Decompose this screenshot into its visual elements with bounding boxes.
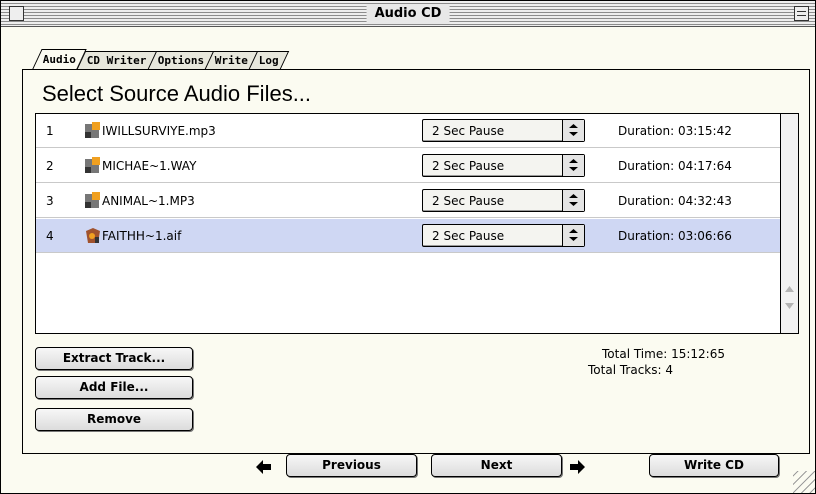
aiff-file-icon xyxy=(84,227,102,245)
tab-log[interactable]: Log xyxy=(249,51,290,69)
remove-button[interactable]: Remove xyxy=(35,408,193,431)
track-row[interactable]: 1 IWILLSURVIYE.mp3 2 Sec Pause Duration:… xyxy=(36,114,780,148)
pause-select-value: 2 Sec Pause xyxy=(432,229,505,243)
tab-options-label: Options xyxy=(157,54,204,67)
up-down-arrows-icon xyxy=(562,225,584,246)
up-down-arrows-icon xyxy=(562,155,584,176)
previous-button[interactable]: Previous xyxy=(286,454,417,477)
track-filename: MICHAE~1.WAY xyxy=(102,159,197,173)
pause-select[interactable]: 2 Sec Pause xyxy=(422,154,585,177)
total-tracks: Total Tracks: 4 xyxy=(588,363,673,377)
track-number: 3 xyxy=(46,194,54,208)
write-cd-button[interactable]: Write CD xyxy=(649,454,779,477)
total-time: Total Time: 15:12:65 xyxy=(602,347,725,361)
up-down-arrows-icon xyxy=(562,120,584,141)
pause-select[interactable]: 2 Sec Pause xyxy=(422,224,585,247)
tab-write-label: Write xyxy=(214,54,248,67)
audio-file-icon xyxy=(84,157,102,175)
add-file-button[interactable]: Add File... xyxy=(35,376,193,399)
pause-select-value: 2 Sec Pause xyxy=(432,194,505,208)
pause-select-value: 2 Sec Pause xyxy=(432,159,505,173)
scroll-down-arrow-icon[interactable] xyxy=(781,299,798,315)
list-scrollbar[interactable] xyxy=(780,114,798,333)
scroll-up-arrow-icon[interactable] xyxy=(781,282,798,298)
audio-panel: Select Source Audio Files... 1 IWILLSURV… xyxy=(22,69,810,454)
extract-track-button[interactable]: Extract Track... xyxy=(35,347,193,370)
next-button[interactable]: Next xyxy=(431,454,562,477)
track-duration: Duration: 03:15:42 xyxy=(618,124,732,138)
window-title: Audio CD xyxy=(366,4,450,24)
pause-select-value: 2 Sec Pause xyxy=(432,124,505,138)
tab-audio-label: Audio xyxy=(42,53,76,66)
audio-cd-window: Audio CD Audio CD Writer Options Write L… xyxy=(0,0,816,494)
track-duration: Duration: 03:06:66 xyxy=(618,229,732,243)
pause-select[interactable]: 2 Sec Pause xyxy=(422,119,585,142)
right-arrow-icon xyxy=(569,459,585,474)
tab-cd-writer[interactable]: CD Writer xyxy=(76,51,157,69)
tab-options[interactable]: Options xyxy=(147,51,215,69)
tab-log-label: Log xyxy=(258,54,279,67)
section-title: Select Source Audio Files... xyxy=(42,81,312,106)
track-number: 2 xyxy=(46,159,54,173)
audio-file-icon xyxy=(84,192,102,210)
left-arrow-icon xyxy=(256,459,272,474)
close-box[interactable] xyxy=(9,6,24,21)
tab-bar: Audio CD Writer Options Write Log xyxy=(32,49,290,69)
track-filename: FAITHH~1.aif xyxy=(102,229,182,243)
track-number: 1 xyxy=(46,124,54,138)
track-row[interactable]: 2 MICHAE~1.WAY 2 Sec Pause Duration: 04:… xyxy=(36,149,780,183)
track-duration: Duration: 04:32:43 xyxy=(618,194,732,208)
track-number: 4 xyxy=(46,229,54,243)
track-row-selected[interactable]: 4 FAITHH~1.aif 2 Sec Pause Duration: 03:… xyxy=(36,219,780,253)
up-down-arrows-icon xyxy=(562,190,584,211)
track-list[interactable]: 1 IWILLSURVIYE.mp3 2 Sec Pause Duration:… xyxy=(35,113,799,334)
resize-grip-icon[interactable] xyxy=(793,471,815,493)
track-duration: Duration: 04:17:64 xyxy=(618,159,732,173)
audio-file-icon xyxy=(84,122,102,140)
tab-cd-writer-label: CD Writer xyxy=(86,54,147,67)
title-bar[interactable]: Audio CD xyxy=(1,1,815,27)
track-row[interactable]: 3 ANIMAL~1.MP3 2 Sec Pause Duration: 04:… xyxy=(36,184,780,218)
track-filename: ANIMAL~1.MP3 xyxy=(102,194,195,208)
pause-select[interactable]: 2 Sec Pause xyxy=(422,189,585,212)
track-filename: IWILLSURVIYE.mp3 xyxy=(102,124,216,138)
collapse-box[interactable] xyxy=(794,6,809,21)
